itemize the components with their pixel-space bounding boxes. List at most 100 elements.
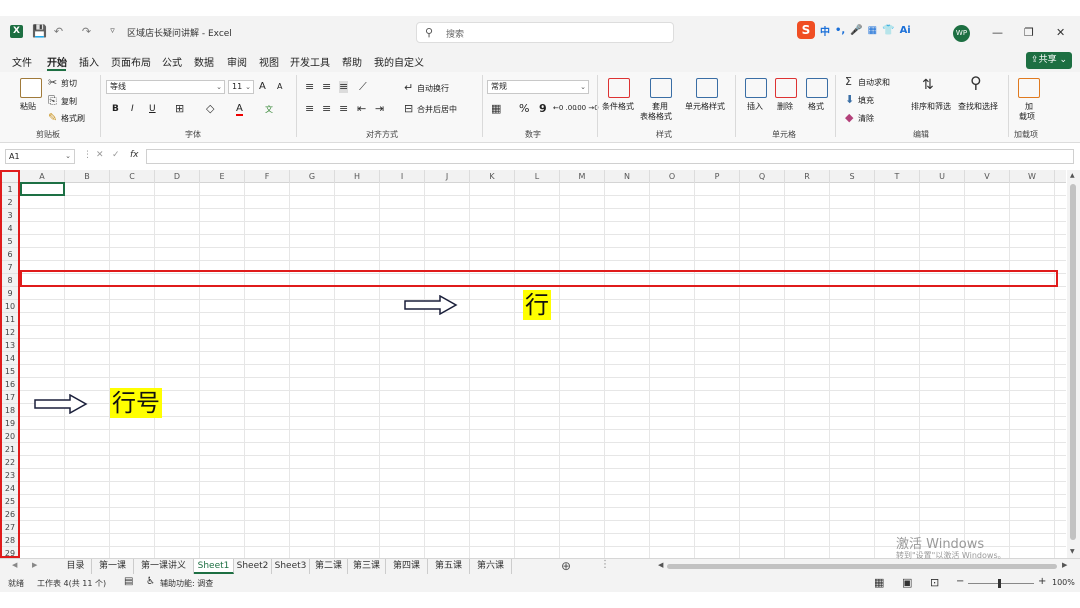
- scroll-left-icon[interactable]: ◀: [658, 561, 663, 569]
- menu-view[interactable]: 视图: [259, 54, 279, 69]
- comma-button[interactable]: 9: [539, 102, 547, 115]
- cut-icon[interactable]: ✂: [48, 77, 57, 89]
- column-header-Q[interactable]: Q: [740, 170, 785, 183]
- fill-button[interactable]: 填充: [858, 95, 874, 106]
- font-color-button[interactable]: A: [236, 103, 243, 116]
- zoom-in-icon[interactable]: +: [1038, 576, 1046, 587]
- column-header-O[interactable]: O: [650, 170, 695, 183]
- normal-view-icon[interactable]: ▦: [874, 576, 884, 589]
- find-select-icon[interactable]: ⚲: [970, 75, 982, 91]
- wrap-text-icon[interactable]: ↵: [404, 82, 413, 94]
- format-painter-label[interactable]: 格式刷: [61, 113, 85, 124]
- menu-help[interactable]: 帮助: [342, 54, 362, 69]
- align-bottom-icon[interactable]: ≡: [339, 81, 349, 93]
- minimize-icon[interactable]: —: [992, 26, 1003, 39]
- ime-toolbar[interactable]: S 中 •, 🎤 ▦ 👕 Ai: [797, 20, 911, 40]
- status-accessibility[interactable]: 辅助功能: 调查: [160, 578, 213, 589]
- cell-area[interactable]: [20, 183, 1066, 558]
- ime-ai[interactable]: Ai: [900, 25, 911, 36]
- insert-function-button[interactable]: fx: [130, 150, 139, 160]
- paste-icon[interactable]: [20, 78, 42, 98]
- sheet-tab[interactable]: 目录: [60, 559, 92, 574]
- column-header-I[interactable]: I: [380, 170, 425, 183]
- cancel-icon[interactable]: ✕: [96, 150, 104, 160]
- align-right-icon[interactable]: ≡: [339, 103, 348, 115]
- restore-icon[interactable]: ❐: [1024, 26, 1034, 39]
- underline-button[interactable]: U: [149, 104, 156, 114]
- delete-cells-icon[interactable]: [775, 78, 797, 98]
- accounting-icon[interactable]: ▦: [491, 103, 501, 115]
- column-header-R[interactable]: R: [785, 170, 830, 183]
- accessibility-icon[interactable]: ♿: [146, 576, 155, 587]
- undo-icon[interactable]: ↶: [52, 25, 65, 38]
- vertical-scroll-thumb[interactable]: [1070, 184, 1076, 540]
- menu-formulas[interactable]: 公式: [162, 54, 182, 69]
- delete-cells-button[interactable]: 删除: [777, 101, 793, 112]
- more-options-icon[interactable]: ⋮: [600, 559, 610, 570]
- sheet-tab[interactable]: Sheet3: [272, 559, 310, 574]
- column-header-G[interactable]: G: [290, 170, 335, 183]
- column-header-J[interactable]: J: [425, 170, 470, 183]
- zoom-slider[interactable]: [968, 583, 1034, 584]
- align-center-icon[interactable]: ≡: [322, 103, 331, 115]
- prev-sheet-icon[interactable]: ◀: [12, 561, 17, 569]
- copy-icon[interactable]: ⎘: [48, 95, 57, 107]
- decrease-indent-icon[interactable]: ⇤: [357, 103, 366, 115]
- sheet-tab[interactable]: 第四课: [386, 559, 428, 574]
- next-sheet-icon[interactable]: ▶: [32, 561, 37, 569]
- increase-indent-icon[interactable]: ⇥: [375, 103, 384, 115]
- ime-skin-icon[interactable]: 👕: [882, 25, 894, 36]
- column-header-S[interactable]: S: [830, 170, 875, 183]
- format-cells-icon[interactable]: [806, 78, 828, 98]
- column-header-W[interactable]: W: [1010, 170, 1055, 183]
- column-header-L[interactable]: L: [515, 170, 560, 183]
- menu-developer[interactable]: 开发工具: [290, 54, 330, 69]
- increase-decimal-button[interactable]: ←0 .00: [553, 104, 577, 112]
- merge-center-button[interactable]: 合并后居中: [417, 104, 457, 115]
- zoom-slider-thumb[interactable]: [998, 579, 1001, 588]
- align-top-icon[interactable]: ≡: [305, 81, 314, 93]
- avatar[interactable]: WP: [953, 25, 970, 42]
- add-sheet-icon[interactable]: ⊕: [561, 559, 571, 573]
- name-box[interactable]: A1 ⌄: [5, 149, 75, 164]
- column-header-H[interactable]: H: [335, 170, 380, 183]
- clear-icon[interactable]: ◆: [845, 112, 853, 124]
- page-break-view-icon[interactable]: ⊡: [930, 576, 939, 589]
- fill-icon[interactable]: ⬇: [845, 94, 854, 106]
- redo-icon[interactable]: ↷: [80, 25, 93, 38]
- scroll-right-icon[interactable]: ▶: [1062, 561, 1067, 569]
- percent-button[interactable]: %: [519, 102, 529, 115]
- ime-voice-icon[interactable]: 🎤: [850, 25, 862, 36]
- menu-insert[interactable]: 插入: [79, 54, 99, 69]
- menu-review[interactable]: 审阅: [227, 54, 247, 69]
- table-format-icon[interactable]: [650, 78, 672, 98]
- conditional-format-button[interactable]: 条件格式: [602, 101, 634, 112]
- italic-button[interactable]: I: [131, 104, 134, 114]
- phonetic-button[interactable]: 文: [265, 104, 273, 115]
- wrap-text-button[interactable]: 自动换行: [417, 83, 449, 94]
- insert-cells-icon[interactable]: [745, 78, 767, 98]
- column-header-F[interactable]: F: [245, 170, 290, 183]
- formula-input[interactable]: [146, 149, 1074, 164]
- cut-label[interactable]: 剪切: [61, 78, 77, 89]
- copy-label[interactable]: 复制: [61, 96, 77, 107]
- zoom-out-icon[interactable]: −: [956, 576, 964, 587]
- autosum-icon[interactable]: Σ: [845, 76, 852, 88]
- insert-cells-button[interactable]: 插入: [747, 101, 763, 112]
- orientation-icon[interactable]: ⟋: [359, 81, 367, 93]
- search-input[interactable]: ⚲ 搜索: [416, 22, 674, 43]
- close-icon[interactable]: ✕: [1056, 26, 1065, 39]
- vertical-scrollbar[interactable]: ▲ ▼: [1067, 170, 1080, 558]
- column-header-D[interactable]: D: [155, 170, 200, 183]
- column-header-U[interactable]: U: [920, 170, 965, 183]
- sheet-tab[interactable]: 第六课: [470, 559, 512, 574]
- cell-styles-icon[interactable]: [696, 78, 718, 98]
- menu-page-layout[interactable]: 页面布局: [111, 54, 151, 69]
- menu-file[interactable]: 文件: [12, 54, 32, 69]
- sheet-tab[interactable]: 第二课: [310, 559, 348, 574]
- find-select-button[interactable]: 查找和选择: [958, 101, 998, 112]
- active-cell[interactable]: [20, 182, 65, 196]
- ime-mode[interactable]: 中: [820, 23, 830, 38]
- column-header-K[interactable]: K: [470, 170, 515, 183]
- spreadsheet-grid[interactable]: ABCDEFGHIJKLMNOPQRSTUVW 1 2 3 4 5 6 7 8 9 10 11 12 1…: [0, 170, 1066, 558]
